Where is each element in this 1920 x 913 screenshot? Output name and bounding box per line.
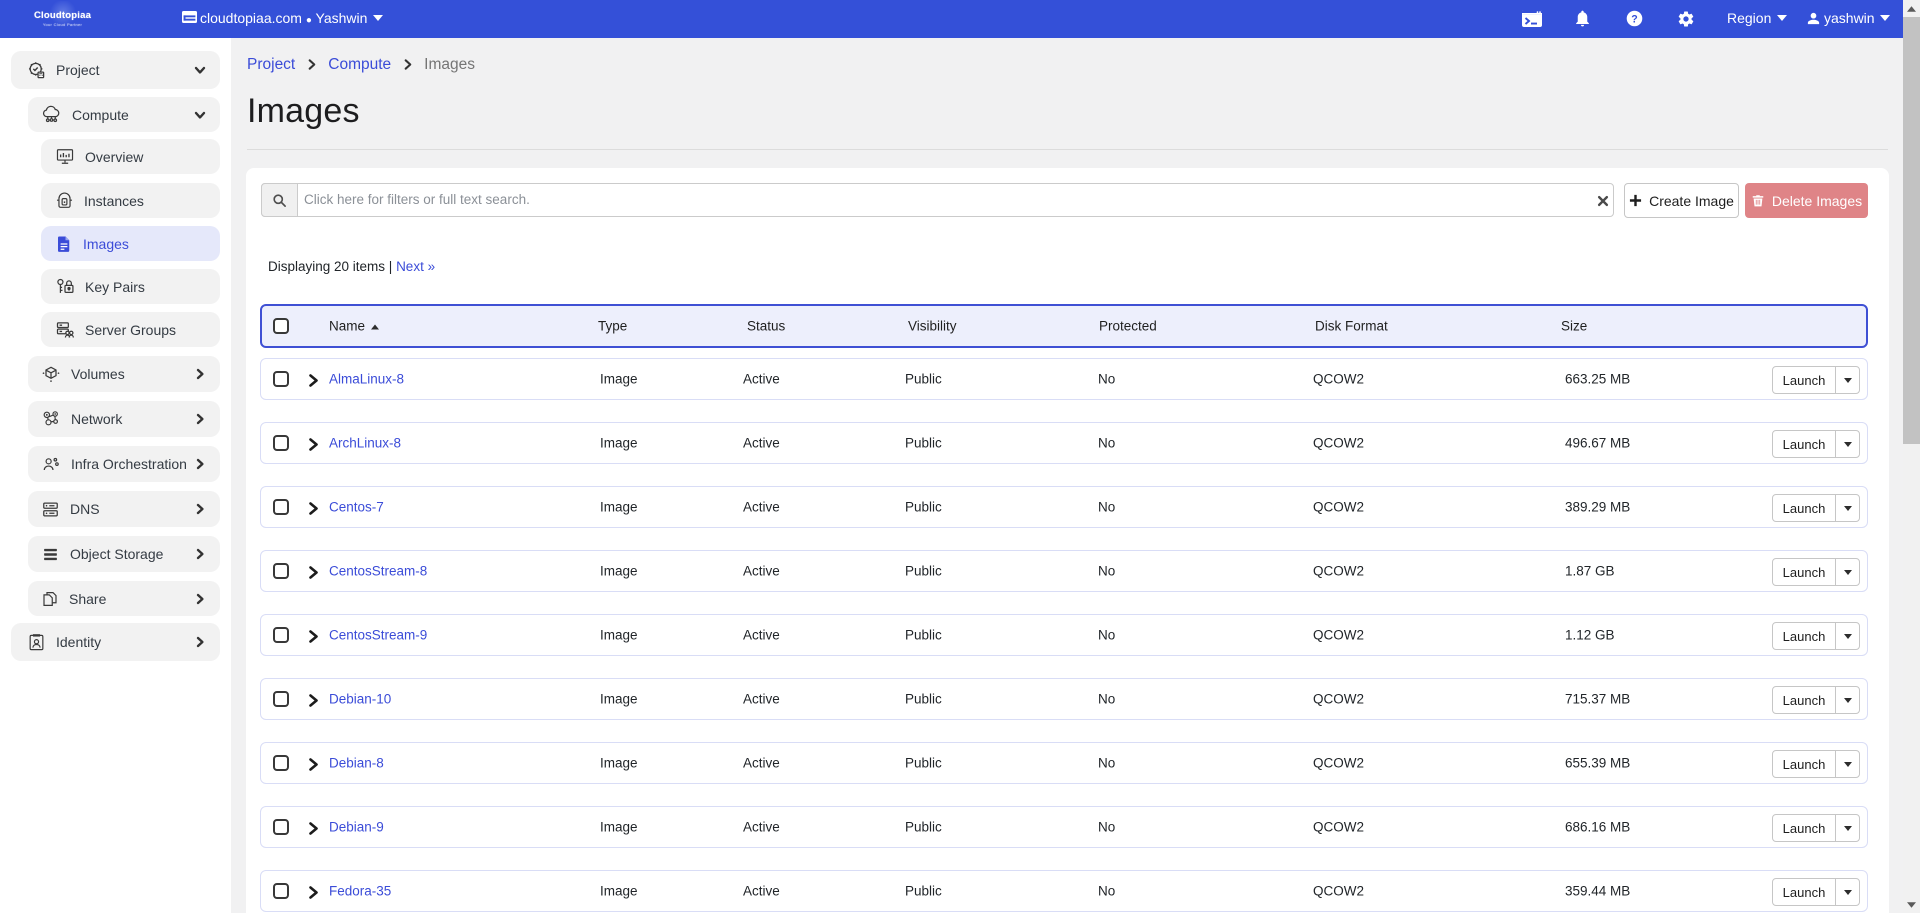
svg-text:?: ?: [1631, 13, 1637, 25]
